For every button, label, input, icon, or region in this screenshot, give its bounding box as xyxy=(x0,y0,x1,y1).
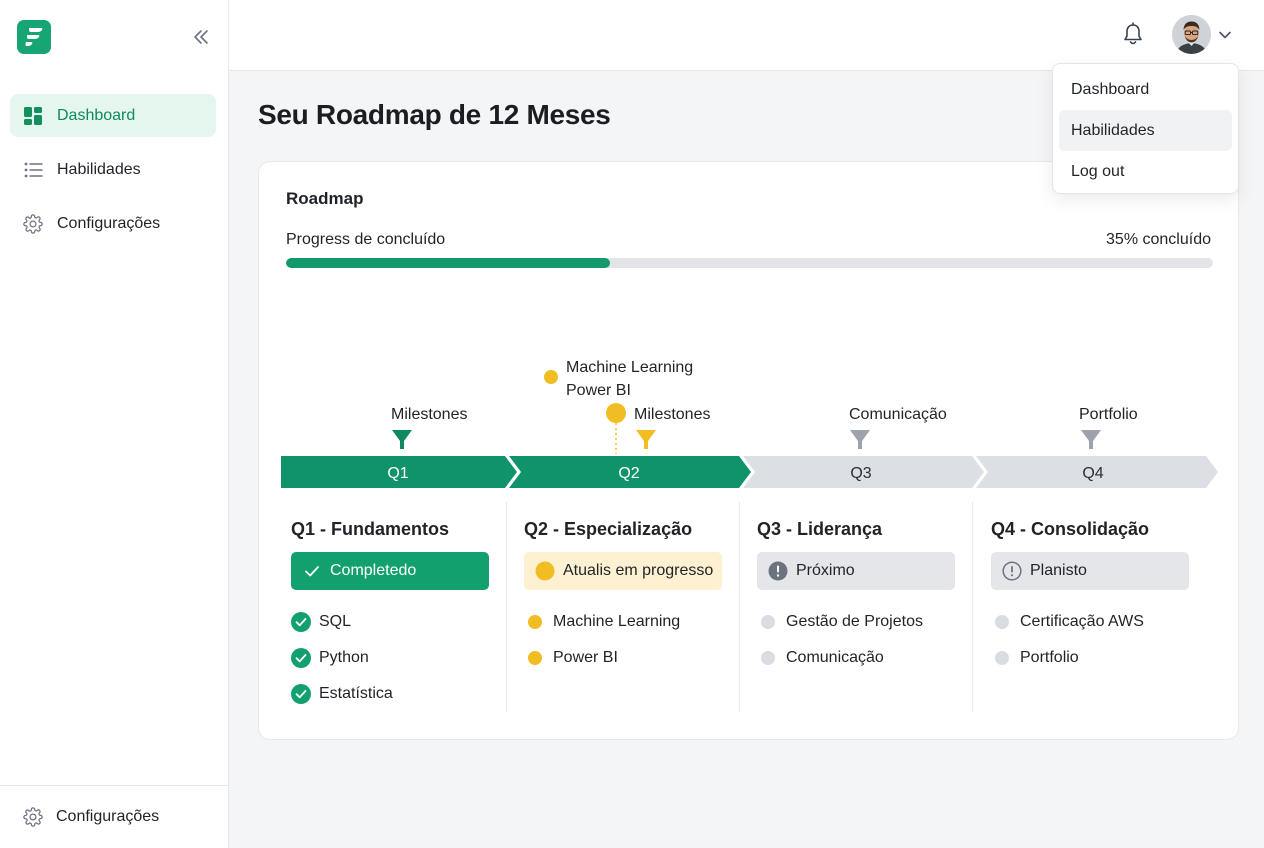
skill-list: SQL Python Estatística xyxy=(291,604,519,712)
collapse-sidebar-icon[interactable] xyxy=(190,26,212,48)
sidebar-item-dashboard[interactable]: Dashboard xyxy=(10,94,216,137)
skill-list: Certificação AWS Portfolio xyxy=(991,604,1219,676)
status-badge-in-progress[interactable]: Atualis em progresso xyxy=(524,552,722,590)
sidebar-item-label: Habilidades xyxy=(57,160,141,178)
check-circle-icon xyxy=(291,684,311,704)
skill-name: Gestão de Projetos xyxy=(786,613,923,630)
avatar-icon xyxy=(1172,15,1211,54)
list-item[interactable]: Python xyxy=(291,640,519,676)
sidebar-bottom-settings[interactable]: Configurações xyxy=(0,785,229,848)
status-badge-next[interactable]: Próximo xyxy=(757,552,955,590)
list-icon xyxy=(23,160,43,180)
logo-icon xyxy=(25,28,43,46)
q2-point-1: Machine Learning xyxy=(566,359,693,376)
app-logo[interactable] xyxy=(17,20,51,54)
sidebar-item-label: Dashboard xyxy=(57,106,136,124)
column-title: Q1 - Fundamentos xyxy=(291,519,450,539)
funnel-icon xyxy=(392,430,412,449)
list-item[interactable]: SQL xyxy=(291,604,519,640)
status-label: Próximo xyxy=(796,562,855,579)
list-item[interactable]: Certificação AWS xyxy=(991,604,1219,640)
status-label: Planisto xyxy=(1030,562,1087,579)
skill-name: Certificação AWS xyxy=(1020,613,1144,630)
roadmap-card: Roadmap Progress de concluído 35% conclu… xyxy=(258,161,1239,740)
quarter-column-q2: Q2 - Especialização Atualis em progresso… xyxy=(520,502,752,712)
list-item[interactable]: Estatística xyxy=(291,676,519,712)
q2-current-marker xyxy=(606,403,626,423)
sidebar-item-habilidades[interactable]: Habilidades xyxy=(10,148,216,191)
quarter-column-q3: Q3 - Liderança Próximo Gestão de Projeto… xyxy=(753,502,985,712)
q1-marker-label: Milestones xyxy=(391,406,467,423)
status-badge-planned[interactable]: Planisto xyxy=(991,552,1189,590)
check-icon xyxy=(302,561,322,581)
skill-name: Power BI xyxy=(553,649,618,666)
quarter-column-q1: Q1 - Fundamentos Completedo SQL Python E… xyxy=(287,502,519,712)
user-dropdown-menu: Dashboard Habilidades Log out xyxy=(1052,63,1239,194)
funnel-icon xyxy=(636,430,656,449)
sidebar-item-label: Configurações xyxy=(57,214,161,232)
dashboard-icon xyxy=(23,106,43,126)
list-item[interactable]: Gestão de Projetos xyxy=(757,604,985,640)
skill-name: Machine Learning xyxy=(553,613,681,630)
funnel-icon xyxy=(850,430,870,449)
status-badge-completed[interactable]: Completedo xyxy=(291,552,489,590)
q2-point-dot xyxy=(544,370,558,384)
skill-list: Machine Learning Power BI xyxy=(524,604,752,676)
menu-item-logout[interactable]: Log out xyxy=(1059,151,1232,192)
alert-circle-icon xyxy=(768,561,788,581)
list-item[interactable]: Portfolio xyxy=(991,640,1219,676)
page-title: Seu Roadmap de 12 Meses xyxy=(258,99,611,130)
skill-name: Estatística xyxy=(319,685,393,702)
alert-circle-outline-icon xyxy=(1002,561,1022,581)
menu-item-habilidades[interactable]: Habilidades xyxy=(1059,110,1232,151)
status-dot-icon xyxy=(528,651,542,665)
skill-name: SQL xyxy=(319,613,352,630)
status-dot-icon xyxy=(528,615,542,629)
list-item[interactable]: Power BI xyxy=(524,640,752,676)
gear-icon xyxy=(23,213,43,234)
bell-icon[interactable] xyxy=(1121,22,1145,48)
skill-list: Gestão de Projetos Comunicação xyxy=(757,604,985,676)
top-bar xyxy=(229,0,1264,71)
q2-marker-label: Milestones xyxy=(634,406,710,423)
q4-marker-label: Portfolio xyxy=(1079,406,1138,423)
funnel-icon xyxy=(1081,430,1101,449)
sidebar-bottom-label: Configurações xyxy=(56,808,160,825)
q4-label: Q4 xyxy=(1082,465,1103,482)
status-label: Atualis em progresso xyxy=(563,562,714,579)
skill-name: Portfolio xyxy=(1020,649,1079,666)
status-dot-icon xyxy=(995,615,1009,629)
q1-label: Q1 xyxy=(387,465,408,482)
list-item[interactable]: Comunicação xyxy=(757,640,985,676)
q3-marker-label: Comunicação xyxy=(849,406,947,423)
sidebar-nav: Dashboard Habilidades Configurações xyxy=(10,94,216,256)
sidebar-item-configuracoes[interactable]: Configurações xyxy=(10,202,216,245)
gear-icon xyxy=(23,807,43,827)
chevron-down-icon[interactable] xyxy=(1218,28,1232,40)
list-item[interactable]: Machine Learning xyxy=(524,604,752,640)
status-dot-icon xyxy=(761,615,775,629)
status-dot-icon xyxy=(761,651,775,665)
check-circle-icon xyxy=(291,648,311,668)
q2-label: Q2 xyxy=(618,465,639,482)
column-title: Q2 - Especialização xyxy=(524,519,693,539)
menu-item-dashboard[interactable]: Dashboard xyxy=(1059,69,1232,110)
q3-label: Q3 xyxy=(850,465,871,482)
status-label: Completedo xyxy=(330,562,417,579)
quarter-column-q4: Q4 - Consolidação Planisto Certificação … xyxy=(987,502,1219,712)
skill-name: Python xyxy=(319,649,369,666)
q2-point-2: Power BI xyxy=(566,382,631,399)
status-dot-icon xyxy=(995,651,1009,665)
skill-name: Comunicação xyxy=(786,649,884,666)
sidebar: Dashboard Habilidades Configurações Conf… xyxy=(0,0,229,848)
check-circle-icon xyxy=(291,612,311,632)
column-title: Q3 - Liderança xyxy=(757,519,883,539)
column-title: Q4 - Consolidação xyxy=(991,519,1150,539)
progress-dot-icon xyxy=(535,561,555,581)
user-avatar[interactable] xyxy=(1172,15,1211,54)
